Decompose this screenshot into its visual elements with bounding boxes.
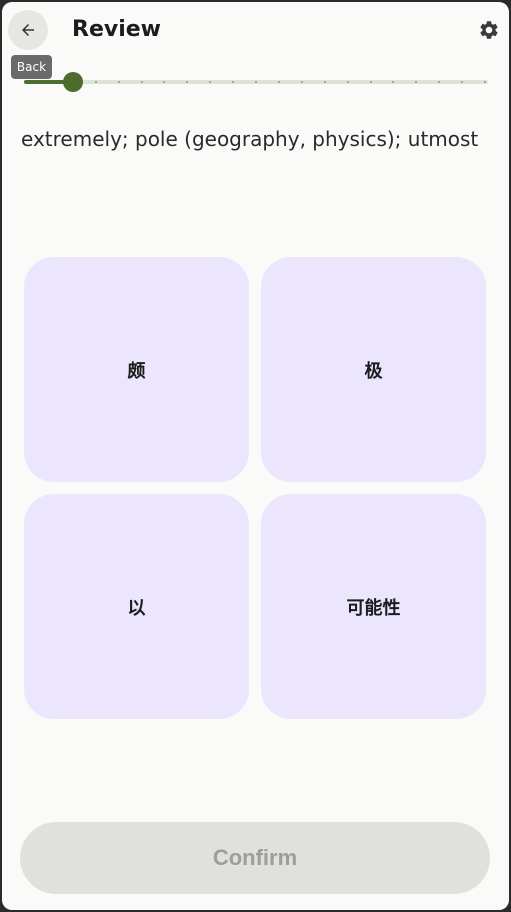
slider-step-dot (277, 81, 280, 83)
slider-step-dot (346, 81, 349, 83)
progress-slider[interactable] (24, 68, 488, 98)
slider-step-dot (255, 81, 257, 83)
slider-step-dot (300, 81, 303, 83)
option-card[interactable]: 颇 (24, 257, 249, 482)
answer-options: 颇 极 以 可能性 (24, 257, 487, 719)
gear-icon (480, 21, 498, 39)
option-card[interactable]: 以 (24, 494, 249, 719)
option-card[interactable]: 极 (261, 257, 486, 482)
slider-step-dot (484, 81, 486, 83)
slider-step-dot (369, 81, 372, 83)
slider-step-dot (117, 81, 120, 83)
slider-step-dot (94, 81, 97, 83)
prompt-text: extremely; pole (geography, physics); ut… (21, 127, 479, 151)
confirm-button[interactable]: Confirm (20, 822, 490, 894)
back-tooltip: Back (11, 55, 52, 79)
settings-button[interactable] (476, 17, 502, 43)
option-card[interactable]: 可能性 (261, 494, 486, 719)
slider-step-dot (140, 81, 143, 83)
slider-step-dot (323, 81, 326, 83)
slider-thumb[interactable] (62, 72, 83, 92)
review-screen: Review Back extremely; pole (geography, … (2, 2, 509, 910)
arrow-left-icon (22, 24, 34, 36)
page-title: Review (72, 17, 161, 42)
back-button[interactable] (8, 10, 48, 50)
